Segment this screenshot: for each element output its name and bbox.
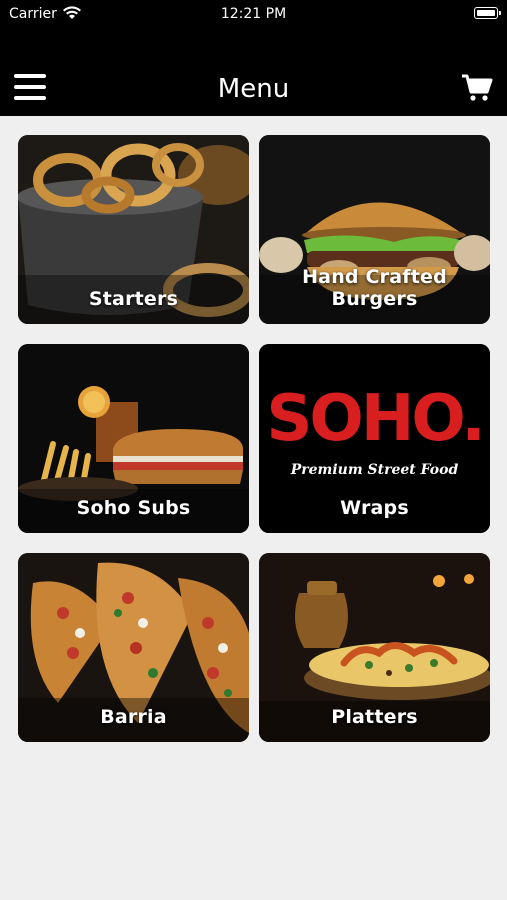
soho-tagline: Premium Street Food [290,462,459,478]
battery-icon [474,7,501,19]
category-label: Hand Crafted Burgers [302,266,447,310]
category-card-platters[interactable]: Platters [259,553,490,742]
category-label: Platters [331,706,418,728]
category-label: Barria [100,706,167,728]
navigation-bar: Menu [0,30,507,116]
category-label: Soho Subs [76,497,191,519]
category-card-soho-subs[interactable]: Soho Subs [18,344,249,533]
status-bar: Carrier 12:21 PM [0,0,507,30]
clock: 12:21 PM [220,6,287,22]
soho-brand-logo: SOHO. [266,382,485,456]
category-card-hand-crafted-burgers[interactable]: Hand Crafted Burgers [259,135,490,324]
category-card-starters[interactable]: Starters [18,135,249,324]
category-label: Wraps [340,497,409,519]
category-label: Starters [88,288,179,310]
page-title: Menu [217,74,290,104]
category-card-wraps[interactable]: SOHO. Premium Street Food Wraps [259,344,490,533]
shopping-cart-icon[interactable] [461,74,493,102]
category-card-barria[interactable]: Barria [18,553,249,742]
